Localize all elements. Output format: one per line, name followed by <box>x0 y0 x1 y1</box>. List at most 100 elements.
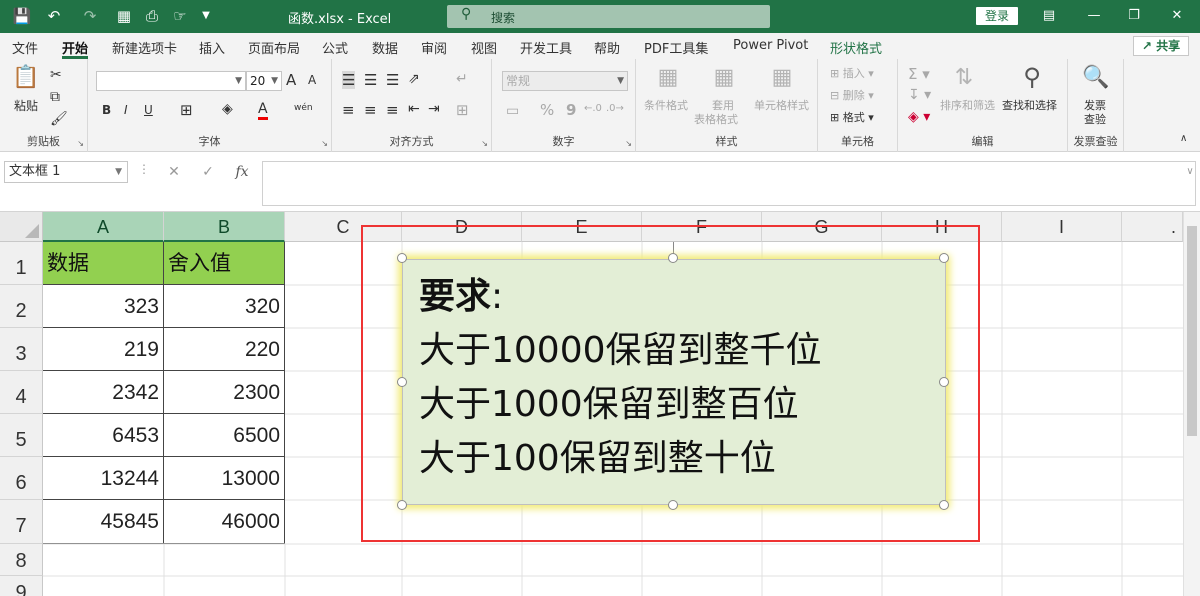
undo-icon[interactable]: ↶ <box>44 6 64 26</box>
scrollbar-thumb[interactable] <box>1187 226 1197 436</box>
fill-color-icon[interactable]: ◈ <box>222 101 233 117</box>
handle-bottom-right[interactable] <box>939 500 949 510</box>
conditional-format-button[interactable]: 条件格式 <box>644 97 688 113</box>
tab-page-layout[interactable]: 页面布局 <box>248 38 300 57</box>
clipboard-launcher-icon[interactable]: ↘ <box>77 139 84 148</box>
ribbon-display-icon[interactable]: ▤ <box>1040 7 1058 25</box>
top-align-icon[interactable]: ☰ <box>342 71 356 89</box>
border-icon[interactable]: ⊞ <box>180 101 193 119</box>
expand-formula-icon[interactable]: ∨ <box>1180 166 1200 177</box>
tab-review[interactable]: 审阅 <box>421 38 447 57</box>
handle-bottom-left[interactable] <box>397 500 407 510</box>
tab-formulas[interactable]: 公式 <box>322 38 348 57</box>
redo-icon[interactable]: ↷ <box>80 6 100 26</box>
tab-view[interactable]: 视图 <box>471 38 497 57</box>
handle-top-center[interactable] <box>668 253 678 263</box>
comma-button[interactable]: 9 <box>566 101 576 119</box>
fill-icon[interactable]: ↧ ▾ <box>908 87 931 103</box>
shrink-font-button[interactable]: A <box>308 73 316 87</box>
underline-button[interactable]: U <box>144 103 153 117</box>
cancel-icon[interactable]: ✕ <box>164 164 184 180</box>
paste-button[interactable]: 粘贴 <box>14 97 38 114</box>
touch-mode-icon[interactable]: ☞ <box>170 6 190 26</box>
delete-cells-button[interactable]: ⊟ 删除 ▾ <box>830 87 874 103</box>
cell-styles-icon[interactable]: ▦ <box>768 65 796 90</box>
find-select-icon[interactable]: ⚲ <box>1018 63 1046 91</box>
decrease-indent-icon[interactable]: ⇤ <box>408 101 420 117</box>
tab-data[interactable]: 数据 <box>372 38 398 57</box>
tab-shape-format[interactable]: 形状格式 <box>830 38 882 57</box>
font-name-select[interactable]: ▼ <box>96 71 246 91</box>
login-button[interactable]: 登录 <box>976 7 1018 25</box>
sort-filter-button[interactable]: 排序和筛选 <box>940 97 995 113</box>
percent-button[interactable]: % <box>540 101 554 119</box>
increase-indent-icon[interactable]: ⇥ <box>428 101 440 117</box>
format-cells-button[interactable]: ⊞ 格式 ▾ <box>830 109 874 125</box>
handle-middle-left[interactable] <box>397 377 407 387</box>
orientation-icon[interactable]: ⇗ <box>408 71 420 87</box>
bold-button[interactable]: B <box>102 103 111 117</box>
align-center-icon[interactable]: ≡ <box>364 101 377 119</box>
tab-power-pivot[interactable]: Power Pivot <box>733 38 808 53</box>
merge-center-icon[interactable]: ⊞ <box>456 101 469 119</box>
invoice-check-icon[interactable]: 🔍 <box>1082 65 1110 90</box>
format-as-table-icon[interactable]: ▦ <box>710 65 738 90</box>
handle-top-left[interactable] <box>397 253 407 263</box>
sort-filter-icon[interactable]: ⇅ <box>950 65 978 90</box>
decrease-decimal-icon[interactable]: .0→ <box>606 103 624 114</box>
tab-pdf-tools[interactable]: PDF工具集 <box>644 38 708 57</box>
minimize-icon[interactable]: — <box>1085 7 1103 25</box>
insert-function-button[interactable]: fx <box>232 164 252 180</box>
paste-icon[interactable]: 📋 <box>12 65 40 90</box>
tab-help[interactable]: 帮助 <box>594 38 620 57</box>
cell-styles-button[interactable]: 单元格样式 <box>754 97 809 113</box>
tab-insert[interactable]: 插入 <box>199 38 225 57</box>
share-icon: ↗ <box>1141 39 1152 53</box>
increase-decimal-icon[interactable]: ←.0 <box>584 103 602 114</box>
number-launcher-icon[interactable]: ↘ <box>625 139 632 148</box>
conditional-format-icon[interactable]: ▦ <box>654 65 682 90</box>
tab-developer[interactable]: 开发工具 <box>520 38 572 57</box>
form-icon[interactable]: ▦ <box>114 6 134 26</box>
align-left-icon[interactable]: ≡ <box>342 101 355 119</box>
grow-font-button[interactable]: A <box>286 71 296 89</box>
clear-icon[interactable]: ◈ ▾ <box>908 109 930 125</box>
collapse-ribbon-icon[interactable]: ∧ <box>1180 133 1187 144</box>
wrap-text-icon[interactable]: ↵ <box>456 71 468 87</box>
vertical-scrollbar[interactable] <box>1183 212 1200 596</box>
tab-file[interactable]: 文件 <box>12 38 38 57</box>
bottom-align-icon[interactable]: ☰ <box>386 71 399 89</box>
alignment-launcher-icon[interactable]: ↘ <box>481 139 488 148</box>
name-box[interactable]: 文本框 1 ▼ <box>4 161 128 183</box>
handle-middle-right[interactable] <box>939 377 949 387</box>
copy-icon[interactable]: ⧉ <box>50 89 60 105</box>
align-right-icon[interactable]: ≡ <box>386 101 399 119</box>
print-preview-icon[interactable]: ⎙ <box>142 6 162 26</box>
cut-icon[interactable]: ✂ <box>50 67 62 83</box>
enter-icon[interactable]: ✓ <box>198 164 218 180</box>
tab-new-tab[interactable]: 新建选项卡 <box>112 38 177 57</box>
restore-icon[interactable]: ❐ <box>1125 7 1143 25</box>
insert-cells-button[interactable]: ⊞ 插入 ▾ <box>830 65 874 81</box>
format-painter-icon[interactable]: 🖌 <box>50 111 68 127</box>
italic-button[interactable]: I <box>124 103 128 117</box>
formula-input[interactable] <box>262 161 1196 206</box>
tab-home[interactable]: 开始 <box>62 38 88 57</box>
autosum-icon[interactable]: Σ ▾ <box>908 65 930 83</box>
font-launcher-icon[interactable]: ↘ <box>321 139 328 148</box>
share-button[interactable]: ↗ 共享 <box>1133 36 1189 56</box>
font-size-select[interactable]: 20 ▼ <box>246 71 282 91</box>
font-color-button[interactable]: A <box>258 101 268 120</box>
save-icon[interactable]: 💾 <box>12 6 32 26</box>
handle-top-right[interactable] <box>939 253 949 263</box>
text-box-1[interactable]: 要求: 大于10000保留到整千位 大于1000保留到整百位 大于100保留到整… <box>402 259 946 505</box>
phonetic-button[interactable]: wén <box>294 103 313 113</box>
search-box[interactable]: ⚲ 搜索 <box>447 5 770 28</box>
accounting-format-icon[interactable]: ▭ <box>506 103 519 119</box>
close-icon[interactable]: ✕ <box>1168 7 1186 25</box>
middle-align-icon[interactable]: ☰ <box>364 71 377 89</box>
customize-icon[interactable]: ▼ <box>196 6 216 26</box>
find-select-button[interactable]: 查找和选择 <box>1002 97 1057 113</box>
number-format-select[interactable]: 常规 ▼ <box>502 71 628 91</box>
handle-bottom-center[interactable] <box>668 500 678 510</box>
